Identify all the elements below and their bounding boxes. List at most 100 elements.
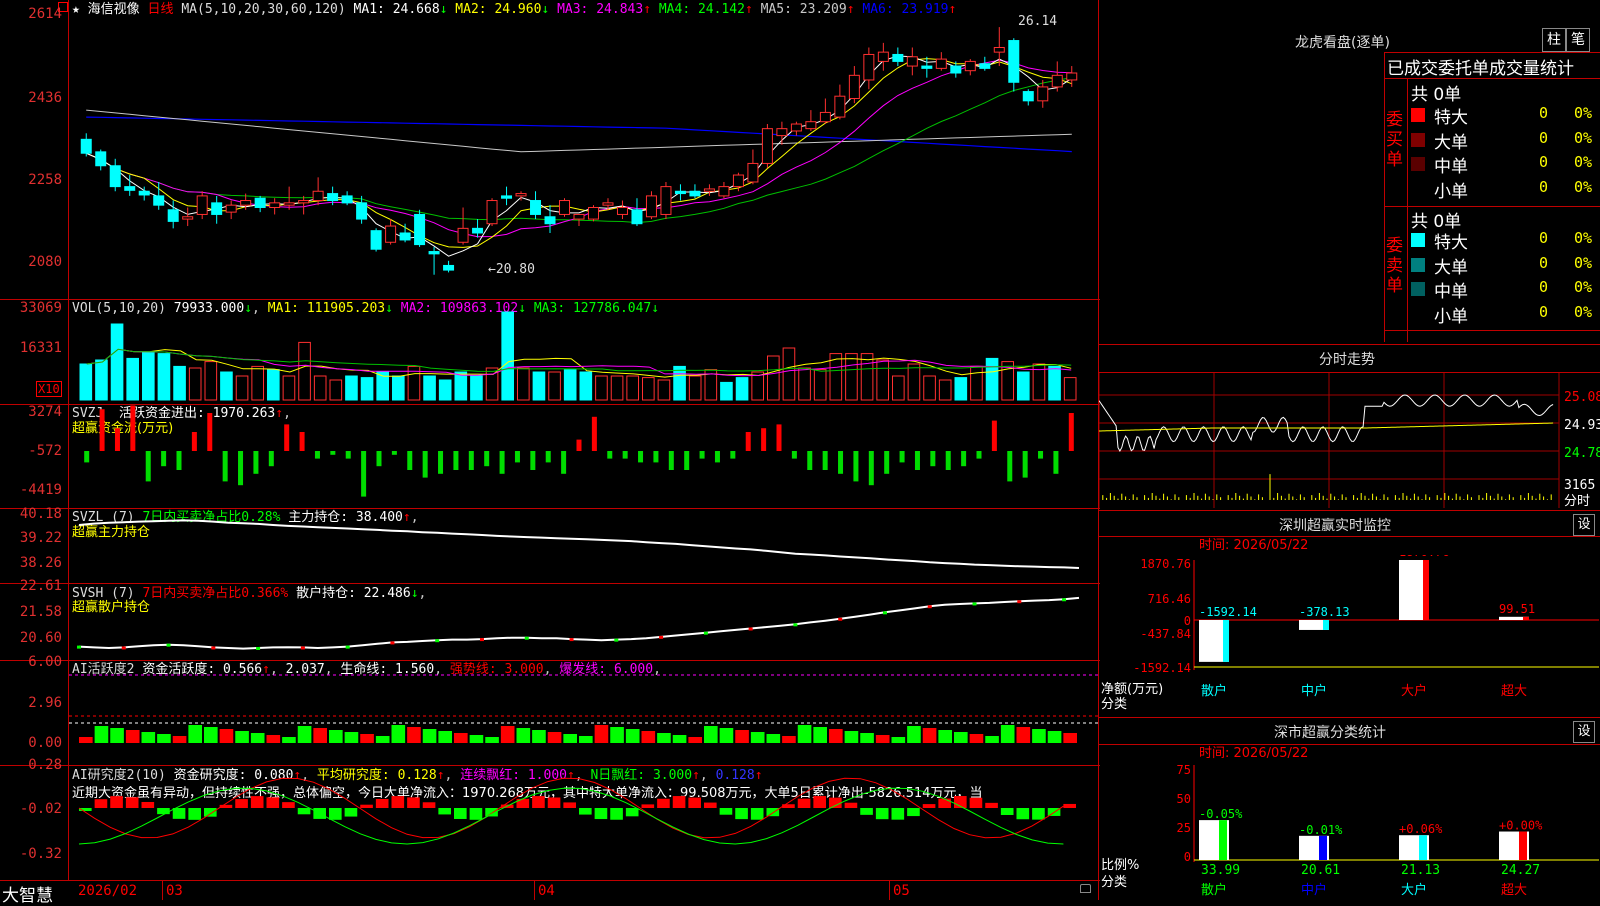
buy-row-count-1: 0: [1539, 104, 1549, 122]
ma-value-4: 24.142: [697, 2, 745, 17]
retail-dot: [256, 647, 261, 650]
chart-area[interactable]: ★ 海信视像 日线 MA(5,10,20,30,60,120) MA1: 24.…: [0, 0, 1100, 906]
price-tick-1: 2614: [28, 6, 62, 22]
monitor-chart[interactable]: 1870.76716.460-437.84-1592.14-1592.14散户-…: [1099, 555, 1600, 715]
ma-value-2: 24.960: [494, 2, 542, 17]
sell-row-count-2: 0: [1539, 253, 1549, 272]
bar-view-button[interactable]: 柱: [1542, 28, 1566, 52]
stats-chart[interactable]: 75 50 25 0 -0.05% 33.99 散户 -0.01% 20.61 中户 +0.06% 2…: [1099, 760, 1600, 900]
fund-flow-bar: [84, 451, 90, 463]
sell-swatch-4: [1411, 306, 1425, 321]
ma1-line: [86, 55, 1073, 257]
main-header: ★ 海信视像 日线 MA(5,10,20,30,60,120) MA1: 24.…: [72, 2, 956, 17]
research-bar: [719, 808, 733, 815]
fund-flow-bar: [499, 451, 505, 474]
activity-bar: [1000, 725, 1015, 743]
retail-holding-chart[interactable]: [69, 584, 1098, 660]
ma-value-1: 24.668: [392, 2, 440, 17]
activity-bar: [141, 732, 156, 743]
ma-label-4: MA4:: [651, 2, 698, 17]
tick-view-button[interactable]: 笔: [1566, 28, 1590, 52]
fund-flow-bar: [838, 451, 844, 474]
candle-body: [472, 227, 484, 234]
volume-bar: [251, 365, 264, 401]
volume-bar: [923, 375, 936, 401]
candle-body: [935, 58, 947, 69]
monitor-bar-3: 1870.76 大户: [1399, 555, 1450, 699]
activity-bar: [844, 731, 859, 743]
volume-bar: [1048, 365, 1061, 401]
activity-bar: [860, 733, 874, 743]
volume-bar: [282, 375, 296, 401]
volume-bar: [954, 377, 968, 401]
ma-label-6: MA6:: [854, 2, 902, 17]
activity-chart[interactable]: [69, 661, 1098, 765]
volume-chart[interactable]: [69, 300, 1098, 404]
fund-flow-bar: [730, 451, 736, 459]
volume-bar: [751, 371, 764, 401]
research-bar: [438, 808, 451, 815]
activity-bar: [250, 733, 265, 743]
research-bar: [172, 808, 186, 819]
volume-bar: [392, 375, 405, 401]
retail-dot: [838, 617, 843, 621]
activity-bar: [313, 728, 327, 743]
fund-flow-chart[interactable]: [69, 405, 1098, 508]
ma-values: MA1: 24.668↓ MA2: 24.960↓ MA3: 24.843↑ M…: [354, 2, 957, 17]
vol-tick-2: 16331: [19, 340, 62, 356]
lock-icon[interactable]: [1080, 884, 1091, 893]
activity-bar: [735, 730, 749, 743]
research-bar: [141, 801, 155, 808]
period-label[interactable]: 日线: [148, 2, 174, 17]
fund-flow-bar: [222, 451, 228, 482]
sell-row-pct-4: 0%: [1574, 302, 1593, 321]
fund-flow-bar: [1007, 451, 1013, 482]
monitor-settings-button[interactable]: 设: [1573, 514, 1595, 536]
retail-dot: [793, 623, 798, 627]
research-bar: [563, 802, 576, 808]
candle-body: [428, 251, 440, 255]
sell-swatch-2: [1411, 257, 1425, 272]
main-holding-chart[interactable]: [69, 509, 1098, 583]
volume-bar: [532, 371, 546, 401]
fund-flow-bar: [284, 424, 290, 451]
monitor-tick: -437.84: [1140, 627, 1191, 641]
fund-flow-bar: [407, 451, 413, 470]
fund-flow-bar: [268, 451, 274, 467]
stats-settings-button[interactable]: 设: [1573, 721, 1595, 743]
stats-cat: 中户: [1301, 882, 1327, 898]
activity-bar: [454, 733, 468, 743]
candle-body: [631, 209, 643, 225]
vol-tick-1: 33069: [19, 300, 62, 316]
candle-body: [1051, 74, 1063, 88]
candlestick-chart[interactable]: [69, 18, 1098, 298]
monitor-tick: 1870.76: [1140, 557, 1191, 571]
ma-label-1: MA1:: [353, 2, 393, 17]
activity-bar: [657, 733, 671, 743]
sell-swatch-1: [1411, 233, 1425, 247]
activity-bar: [766, 734, 781, 743]
right-panel: 龙虎看盘(逐单) 柱 笔 已成交委托单成交量统计 委买单 委卖单 共 0单 共 …: [1099, 0, 1600, 900]
buy-row-pct-3: 0%: [1574, 153, 1593, 171]
date-label-feb: 2026/02: [78, 883, 138, 899]
buy-row-name-2: 大单: [1434, 132, 1468, 153]
research-bar: [532, 796, 545, 808]
activity-bar: [266, 735, 281, 743]
monitor-tick: 0: [1184, 614, 1191, 628]
research-chart[interactable]: [69, 766, 1098, 880]
fund-flow-bar: [684, 451, 690, 470]
candle-body: [689, 190, 701, 197]
volume-bar: [720, 381, 733, 401]
stats-bar-change: +0.00%: [1499, 819, 1543, 833]
research-bar: [672, 796, 686, 808]
buy-row-name-3: 中单: [1434, 157, 1468, 177]
intraday-chart[interactable]: [1099, 373, 1600, 508]
candle-body: [602, 202, 614, 206]
research-bar: [688, 797, 701, 808]
volume-bar: [204, 361, 218, 401]
activity-bar: [188, 725, 202, 743]
candle-body: [979, 63, 991, 69]
retail-dot: [121, 646, 126, 650]
volume-bar: [798, 367, 811, 401]
stats-bar-value: 21.13: [1401, 863, 1440, 878]
